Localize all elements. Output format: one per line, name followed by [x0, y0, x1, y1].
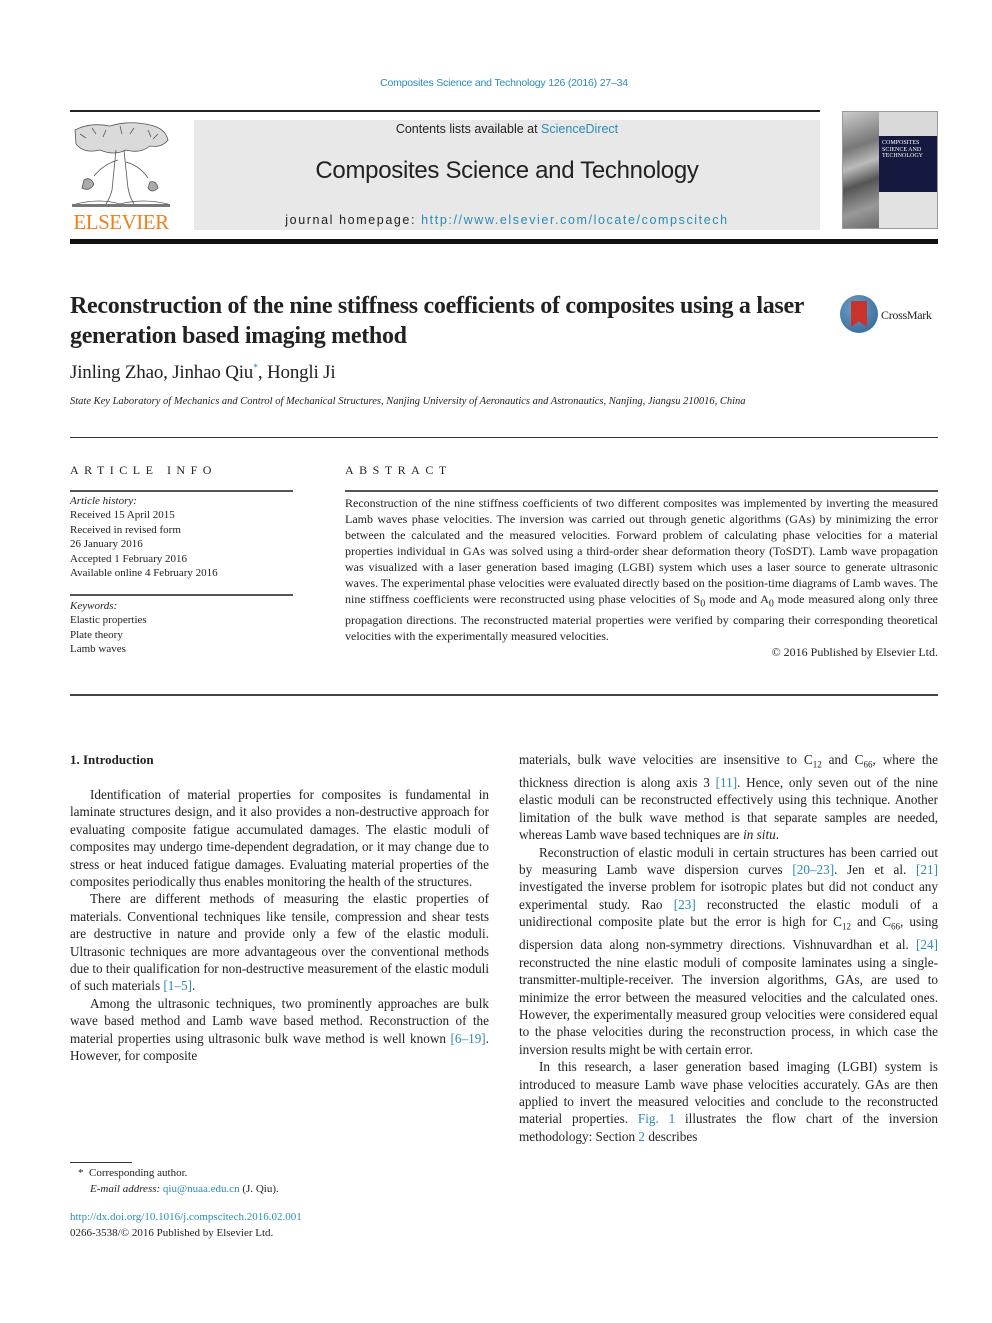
text-segment: and C [850, 914, 892, 930]
paragraph: Reconstruction of elastic moduli in cert… [519, 844, 938, 1059]
abstract-segment: mode and A [705, 592, 769, 606]
citation-link[interactable]: [24] [916, 937, 938, 952]
history-item: Accepted 1 February 2016 [70, 552, 187, 565]
contents-prefix: Contents lists available at [395, 122, 542, 136]
crossmark-label: CrossMark [881, 308, 932, 322]
history-item: 26 January 2016 [70, 538, 143, 551]
citation-link[interactable]: [20–23] [792, 862, 834, 877]
author-name[interactable]: Jinhao Qiu [172, 362, 253, 383]
author-name[interactable]: Hongli Ji [267, 362, 336, 383]
paragraph: There are different methods of measuring… [70, 890, 489, 994]
keywords-heading: Keywords: [70, 600, 118, 612]
subscript: 12 [812, 759, 822, 770]
divider [70, 437, 938, 438]
footnote-mark: * [78, 1167, 84, 1179]
article-info-rule [70, 490, 293, 492]
abstract-body: Reconstruction of the nine stiffness coe… [345, 495, 938, 644]
footnote: * Corresponding author. E-mail address: … [78, 1165, 279, 1197]
paragraph: materials, bulk wave velocities are inse… [519, 751, 938, 844]
paragraph: In this research, a laser generation bas… [519, 1058, 938, 1145]
abstract-label: ABSTRACT [345, 463, 452, 477]
body-column-left: 1. Introduction Identification of materi… [70, 751, 489, 1065]
sciencedirect-link[interactable]: ScienceDirect [541, 122, 618, 136]
cover-title-block: COMPOSITES SCIENCE AND TECHNOLOGY [879, 136, 937, 192]
text-segment: . [775, 827, 779, 843]
keyword-item: Lamb waves [70, 643, 126, 656]
author-name[interactable]: Jinling Zhao [70, 362, 163, 383]
cover-bottom-strip [879, 192, 937, 228]
journal-homepage-link[interactable]: http://www.elsevier.com/locate/compscite… [421, 213, 729, 227]
footnote-text: Corresponding author. [89, 1167, 188, 1179]
journal-header-banner: Contents lists available at ScienceDirec… [194, 120, 820, 230]
citation-link[interactable]: [21] [916, 862, 938, 877]
citation-link[interactable]: [1–5] [163, 978, 192, 993]
body-column-right: materials, bulk wave velocities are inse… [519, 751, 938, 1145]
abstract-rule [345, 490, 938, 492]
author-list: Jinling Zhao, Jinhao Qiu*, Hongli Ji [70, 362, 336, 384]
history-item: Received 15 April 2015 [70, 509, 175, 522]
doi-link[interactable]: http://dx.doi.org/10.1016/j.compscitech.… [70, 1211, 302, 1223]
footnote-email-line: E-mail address: qiu@nuaa.edu.cn (J. Qiu)… [78, 1181, 279, 1197]
subscript: 12 [841, 921, 851, 932]
author-separator: , [257, 362, 268, 383]
citation-link[interactable]: [6–19] [451, 1031, 486, 1046]
text-segment: There are different methods of measuring… [70, 891, 489, 994]
paragraph: Among the ultrasonic techniques, two pro… [70, 995, 489, 1065]
footnote-rule [70, 1162, 132, 1163]
abstract-copyright: © 2016 Published by Elsevier Ltd. [771, 645, 938, 660]
text-segment: . [191, 978, 196, 994]
history-item: Available online 4 February 2016 [70, 567, 218, 580]
text-segment: . Jen et al. [834, 862, 917, 878]
text-segment: describes [645, 1128, 698, 1144]
keyword-item: Plate theory [70, 628, 123, 641]
text-segment: reconstructed the nine elastic moduli of… [519, 954, 938, 1057]
header-bottom-rule [70, 239, 938, 244]
citation-link[interactable]: [11] [716, 775, 737, 790]
article-info-label: ARTICLE INFO [70, 463, 217, 477]
figure-link[interactable]: Fig. 1 [638, 1111, 675, 1126]
author-separator: , [163, 362, 173, 383]
subscript: 66 [891, 921, 901, 932]
history-item: Received in revised form [70, 523, 181, 536]
abstract-segment: Reconstruction of the nine stiffness coe… [345, 496, 938, 606]
email-link[interactable]: qiu@nuaa.edu.cn [163, 1183, 240, 1195]
cover-top-strip [879, 112, 937, 136]
emphasis: in situ [743, 827, 776, 843]
contents-line: Contents lists available at ScienceDirec… [194, 122, 820, 136]
citation-link[interactable]: [23] [674, 897, 696, 912]
journal-reference-link[interactable]: Composites Science and Technology 126 (2… [0, 77, 992, 89]
text-segment: materials, bulk wave velocities are inse… [519, 752, 813, 767]
footnote-corresponding: * Corresponding author. [78, 1165, 279, 1181]
homepage-prefix: journal homepage: [285, 213, 422, 227]
text-segment: Among the ultrasonic techniques, two pro… [70, 995, 489, 1046]
elsevier-wordmark: ELSEVIER [73, 210, 169, 234]
author-affiliation: State Key Laboratory of Mechanics and Co… [70, 396, 746, 407]
cover-title-line: TECHNOLOGY [882, 153, 923, 159]
email-label: E-mail address: [90, 1183, 161, 1195]
paragraph: Identification of material properties fo… [70, 787, 489, 890]
text-segment: and C [821, 752, 864, 767]
keywords: Keywords: Elastic properties Plate theor… [70, 599, 293, 657]
keywords-rule [70, 594, 293, 596]
section-heading: 1. Introduction [70, 752, 154, 767]
keyword-item: Elastic properties [70, 614, 147, 627]
homepage-line: journal homepage: http://www.elsevier.co… [194, 213, 820, 227]
issn-line: 0266-3538/© 2016 Published by Elsevier L… [70, 1226, 274, 1239]
header-top-rule [70, 110, 820, 112]
crossmark-button[interactable]: CrossMark [840, 295, 940, 335]
journal-cover-thumbnail[interactable]: COMPOSITES SCIENCE AND TECHNOLOGY [842, 111, 938, 229]
email-owner: (J. Qiu). [239, 1183, 279, 1195]
abstract-text: Reconstruction of the nine stiffness coe… [345, 495, 938, 660]
divider [70, 694, 938, 696]
article-title: Reconstruction of the nine stiffness coe… [70, 293, 804, 349]
journal-name: Composites Science and Technology [315, 157, 699, 184]
elsevier-logo[interactable]: ELSEVIER [68, 118, 174, 234]
cover-photo [843, 112, 879, 228]
elsevier-tree-icon [72, 122, 170, 207]
doi-block: http://dx.doi.org/10.1016/j.compscitech.… [70, 1210, 302, 1241]
article-history-heading: Article history: [70, 495, 137, 507]
article-history: Article history: Received 15 April 2015 … [70, 494, 293, 580]
